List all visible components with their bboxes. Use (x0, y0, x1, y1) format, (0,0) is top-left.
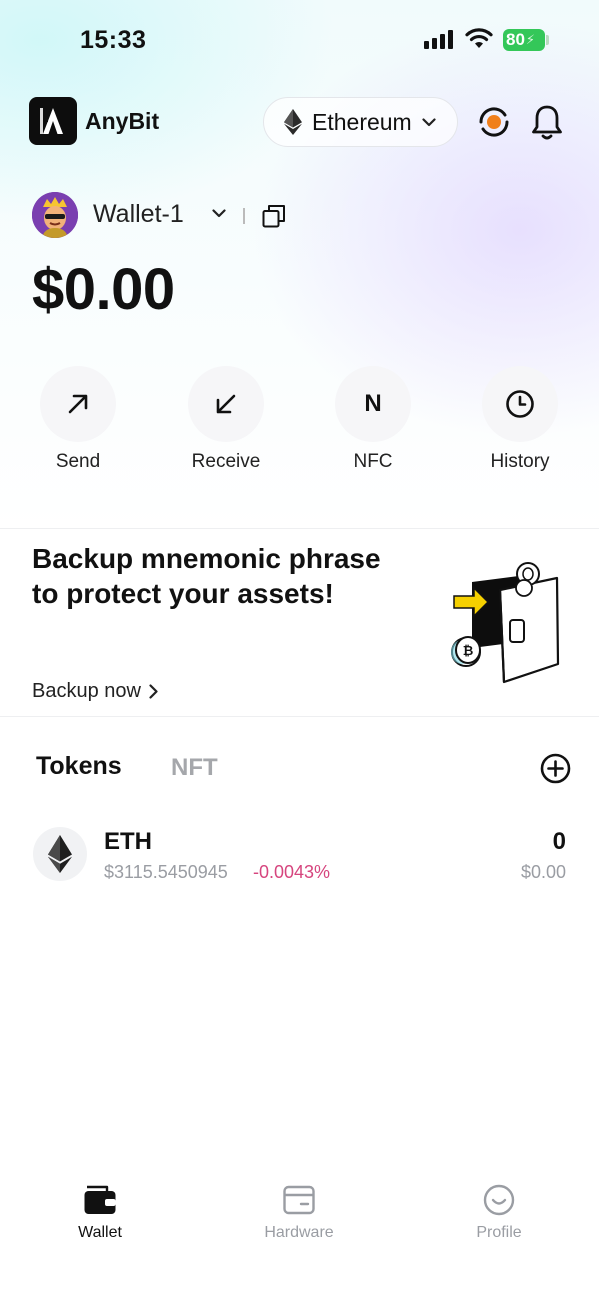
scan-icon[interactable] (476, 104, 512, 140)
send-button[interactable]: Send (18, 366, 138, 473)
notification-bell-icon[interactable] (529, 103, 565, 141)
wifi-icon (464, 28, 494, 55)
token-fiat-value: $0.00 (520, 862, 566, 882)
nfc-button[interactable]: N NFC (313, 366, 433, 473)
wallet-name[interactable]: Wallet-1 (93, 200, 184, 229)
wallet-icon (84, 1185, 116, 1214)
arrow-down-left-icon (188, 366, 264, 442)
token-amount: 0 (552, 828, 566, 855)
token-symbol: ETH (104, 828, 152, 855)
arrow-up-right-icon (40, 366, 116, 442)
chevron-down-icon (422, 117, 436, 126)
battery-icon: 80 ⚡ (503, 29, 545, 51)
total-balance: $0.00 (32, 257, 175, 322)
nav-profile-label: Profile (476, 1224, 522, 1241)
cellular-signal-icon (424, 30, 453, 49)
receive-label: Receive (191, 451, 261, 472)
clock-icon (482, 366, 558, 442)
wallet-separator (243, 208, 245, 224)
token-price-change: -0.0043% (253, 862, 331, 882)
backup-now-label: Backup now (32, 680, 141, 702)
battery-level: 80 (506, 30, 525, 49)
chevron-right-icon (149, 684, 158, 699)
nav-hardware-label: Hardware (264, 1224, 334, 1241)
backup-now-link[interactable]: Backup now (32, 680, 158, 703)
battery-nub (546, 35, 549, 45)
nav-wallet-label: Wallet (78, 1224, 122, 1241)
anybit-logo-icon (29, 97, 77, 145)
nfc-label: NFC (353, 451, 393, 472)
token-row[interactable]: ETH $3115.5450945 -0.0043% 0 $0.00 (0, 820, 599, 892)
ethereum-icon (284, 109, 302, 135)
wallet-dropdown-icon[interactable] (212, 209, 226, 218)
network-selector[interactable]: Ethereum (263, 97, 458, 147)
section-divider (0, 528, 599, 529)
token-price: $3115.5450945 (104, 862, 228, 882)
nav-profile[interactable]: Profile (439, 1184, 559, 1242)
backup-title: Backup mnemonic phrase to protect your a… (32, 543, 381, 609)
nfc-icon: N (335, 366, 411, 442)
receive-button[interactable]: Receive (166, 366, 286, 473)
send-label: Send (55, 451, 101, 472)
status-time: 15:33 (80, 26, 147, 54)
svg-text:₿: ₿ (463, 644, 474, 659)
wallet-avatar[interactable] (32, 192, 78, 238)
ethereum-icon (33, 827, 87, 881)
wallet-backup-illustration: ₿ (444, 560, 564, 685)
section-divider (0, 716, 599, 717)
history-label: History (490, 451, 550, 472)
smile-face-icon (483, 1184, 515, 1216)
history-button[interactable]: History (460, 366, 580, 473)
add-token-icon[interactable] (540, 753, 571, 784)
copy-address-icon[interactable] (262, 204, 286, 228)
hardware-card-icon (283, 1185, 315, 1215)
tab-tokens[interactable]: Tokens (36, 752, 122, 781)
nav-hardware[interactable]: Hardware (239, 1184, 359, 1242)
network-label: Ethereum (312, 108, 412, 135)
tab-nft[interactable]: NFT (171, 754, 218, 782)
brand-name: AnyBit (85, 108, 160, 134)
nav-wallet[interactable]: Wallet (40, 1184, 160, 1242)
